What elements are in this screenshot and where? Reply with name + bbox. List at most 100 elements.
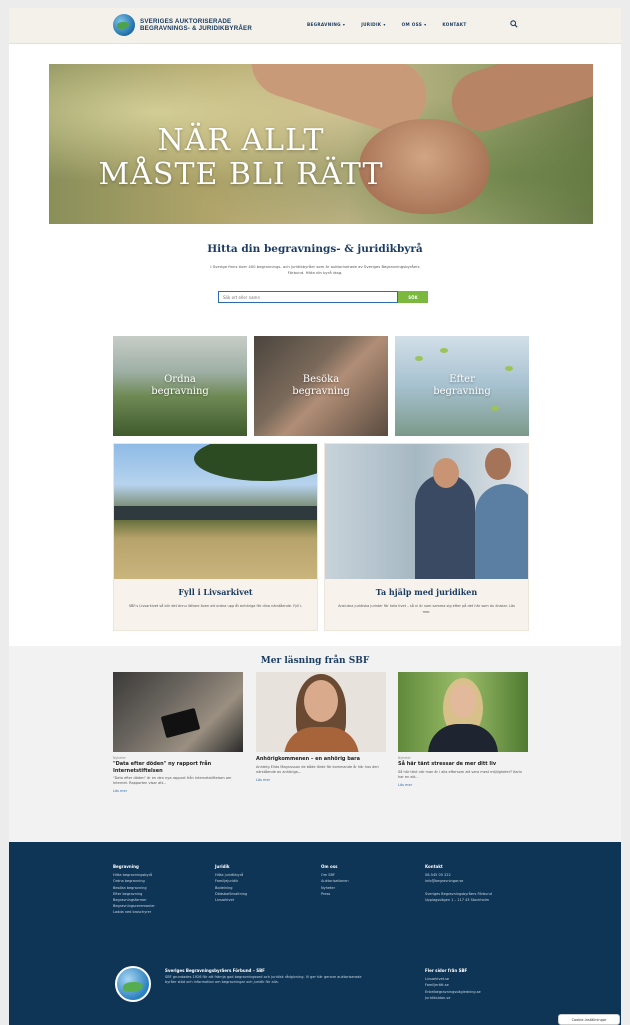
footer-org-heading: Sveriges Begravningsbyråers Förbund – SB… — [165, 968, 265, 973]
nav-label: JURIDIK — [361, 22, 382, 27]
article-card[interactable]: Nyheter "Data efter döden" ny rapport fr… — [113, 672, 243, 793]
article-category: Nyheter — [113, 756, 126, 760]
article-image — [113, 672, 243, 752]
article-title[interactable]: "Data efter döden" ny rapport från Inter… — [113, 761, 243, 774]
face-shape — [304, 680, 338, 722]
nav-label: BEGRAVNING — [307, 22, 341, 27]
footer-more-sites: Fler sidor från SBF Livsarkivet.se Famil… — [425, 968, 481, 1001]
find-search-form: SÖK — [218, 291, 428, 303]
footer-heading: Begravning — [113, 864, 139, 869]
search-input[interactable] — [218, 291, 398, 303]
main-nav: BEGRAVNING ▾ JURIDIK ▾ OM OSS ▾ KONTAKT — [307, 22, 466, 27]
tile-label-line-1: Ordna — [164, 374, 196, 385]
tile-label-line-1: Efter — [449, 374, 475, 385]
logo-line-2: BEGRAVNINGS- & JURIDIKBYRÅER — [140, 25, 253, 32]
tile-besoka-begravning[interactable]: Besöka begravning — [254, 336, 388, 436]
card-title: Fyll i Livsarkivet — [178, 587, 253, 597]
footer-address: Upplagsvägen 1 – 117 43 Stockholm — [425, 898, 490, 903]
nav-label: OM OSS — [401, 22, 423, 27]
card-title: Ta hjälp med juridiken — [375, 587, 478, 597]
article-title[interactable]: Så här tänt stressar de mer ditt liv — [398, 761, 528, 768]
tile-label-line-2: begravning — [292, 386, 350, 397]
footer-link[interactable]: Ladda ned broschyrer — [113, 909, 155, 915]
body-shape — [284, 727, 359, 752]
hero-title-line-2: MÅSTE BLI RÄTT — [98, 157, 384, 192]
wall-shape — [114, 506, 317, 520]
find-description: I Sverige finns över 400 begravnings- oc… — [210, 264, 420, 275]
card-juridik[interactable]: Ta hjälp med juridiken Anslutna juridisk… — [324, 443, 529, 631]
footer-heading: Juridik — [215, 864, 230, 869]
person-shape — [415, 474, 475, 579]
card-text: Anslutna juridiska jurister för hela liv… — [338, 604, 515, 614]
tile-label-line-2: begravning — [151, 386, 209, 397]
chevron-down-icon: ▾ — [342, 22, 346, 27]
nav-item-juridik[interactable]: JURIDIK ▾ — [361, 22, 385, 27]
hero-title: NÄR ALLT MÅSTE BLI RÄTT — [61, 124, 421, 192]
tile-label: Ordna begravning — [113, 336, 247, 436]
read-more-link[interactable]: Läs mer — [398, 783, 528, 787]
site-logo[interactable]: SVERIGES AUKTORISERADE BEGRAVNINGS- & JU… — [113, 14, 252, 36]
tree-shape — [194, 444, 317, 481]
footer-heading: Kontakt — [425, 864, 443, 869]
person-head — [433, 458, 459, 488]
card-image — [325, 444, 528, 579]
read-more-link[interactable]: Läs mer — [113, 789, 243, 793]
footer-column-kontakt: Kontakt 08-545 05 222 info@begravningar.… — [425, 864, 492, 903]
read-more-link[interactable]: Läs mer — [256, 778, 386, 782]
article-excerpt: "Data efter döden" är en den nya rapport… — [113, 776, 232, 785]
card-image — [114, 444, 317, 579]
article-card[interactable]: Nyheter Så här tänt stressar de mer ditt… — [398, 672, 528, 787]
cookie-settings-button[interactable]: Cookie-inställningar — [558, 1014, 620, 1025]
tile-ordna-begravning[interactable]: Ordna begravning — [113, 336, 247, 436]
search-button[interactable]: SÖK — [398, 291, 428, 303]
person-head — [485, 448, 511, 480]
footer-link[interactable]: Press — [321, 891, 349, 897]
tile-label: Efter begravning — [395, 336, 529, 436]
search-icon[interactable] — [510, 20, 518, 28]
hero-banner: NÄR ALLT MÅSTE BLI RÄTT — [49, 64, 593, 224]
footer-link[interactable]: Livsarkivet — [215, 897, 247, 903]
find-title: Hitta din begravnings- & juridikbyrå — [207, 243, 423, 255]
logo-line-1: SVERIGES AUKTORISERADE — [140, 18, 232, 25]
globe-logo-icon — [113, 14, 135, 36]
footer-link[interactable]: Enkelbegravningsvägledning.se — [425, 989, 481, 995]
tile-efter-begravning[interactable]: Efter begravning — [395, 336, 529, 436]
footer-link[interactable]: Auktorisationen — [321, 878, 349, 884]
article-category: Nyheter — [398, 756, 411, 760]
chevron-down-icon: ▾ — [424, 22, 427, 27]
card-text: SBF:s Livsarkivet så blir det ännu lätta… — [128, 604, 303, 608]
logo-text: SVERIGES AUKTORISERADE BEGRAVNINGS- & JU… — [140, 18, 252, 32]
body-shape — [428, 724, 498, 752]
article-excerpt: Så här tänt när man är i alla eftersom a… — [398, 769, 523, 779]
person-shape — [475, 484, 528, 579]
footer-heading: Om oss — [321, 864, 338, 869]
card-livsarkivet[interactable]: Fyll i Livsarkivet SBF:s Livsarkivet så … — [113, 443, 318, 631]
article-card[interactable]: Anhörigkommenen – en anhörig bara Anhöri… — [256, 672, 386, 782]
chevron-down-icon: ▾ — [383, 22, 386, 27]
article-excerpt: Anhörig Elida Magnusson de både lärde fö… — [256, 764, 379, 774]
nav-item-kontakt[interactable]: KONTAKT — [442, 22, 466, 27]
tile-label-line-1: Besöka — [302, 374, 340, 385]
footer-org-text: SBF grundades 1926 för att främja god be… — [165, 974, 362, 985]
article-image — [256, 672, 386, 752]
hero-title-line-1: NÄR ALLT — [157, 123, 325, 158]
nav-item-begravning[interactable]: BEGRAVNING ▾ — [307, 22, 345, 27]
footer-globe-logo-icon — [115, 966, 151, 1002]
page: SVERIGES AUKTORISERADE BEGRAVNINGS- & JU… — [9, 8, 621, 1025]
article-title[interactable]: Anhörigkommenen – en anhörig bara — [256, 756, 386, 763]
footer-column-juridik: Juridik Hitta juridikbyrå Familjejuridik… — [215, 864, 247, 903]
footer-heading: Fler sidor från SBF — [425, 968, 468, 973]
tile-label-line-2: begravning — [433, 386, 491, 397]
phone-shape — [160, 707, 201, 739]
site-header: SVERIGES AUKTORISERADE BEGRAVNINGS- & JU… — [9, 8, 621, 44]
more-reading-title: Mer läsning från SBF — [260, 656, 370, 666]
footer-column-begravning: Begravning Hitta begravningsbyrå Ordna b… — [113, 864, 155, 916]
footer-link[interactable]: Juridiksidan.se — [425, 995, 481, 1001]
face-shape — [450, 684, 476, 718]
article-image — [398, 672, 528, 752]
footer-column-om-oss: Om oss Om SBF Auktorisationen Nyheter Pr… — [321, 864, 349, 897]
site-footer: Begravning Hitta begravningsbyrå Ordna b… — [9, 842, 621, 1025]
tile-label: Besöka begravning — [254, 336, 388, 436]
nav-item-om-oss[interactable]: OM OSS ▾ — [402, 22, 427, 27]
footer-org-info: Sveriges Begravningsbyråers Förbund – SB… — [165, 968, 370, 986]
